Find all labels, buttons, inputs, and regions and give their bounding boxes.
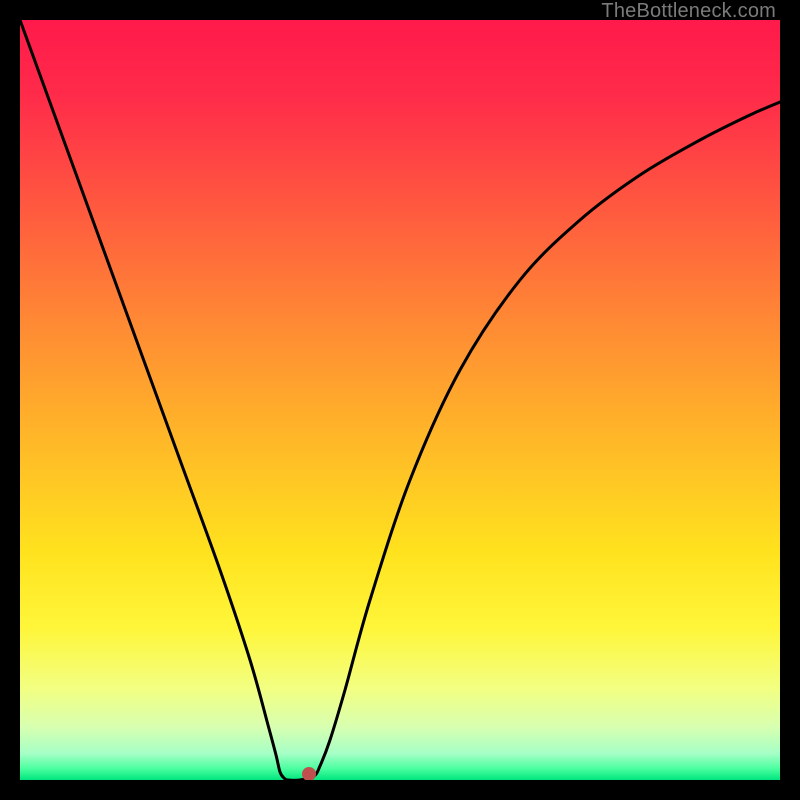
chart-svg	[20, 20, 780, 780]
plot-area	[20, 20, 780, 780]
gradient-background	[20, 20, 780, 780]
watermark-text: TheBottleneck.com	[601, 0, 776, 23]
chart-frame: TheBottleneck.com	[0, 0, 800, 800]
